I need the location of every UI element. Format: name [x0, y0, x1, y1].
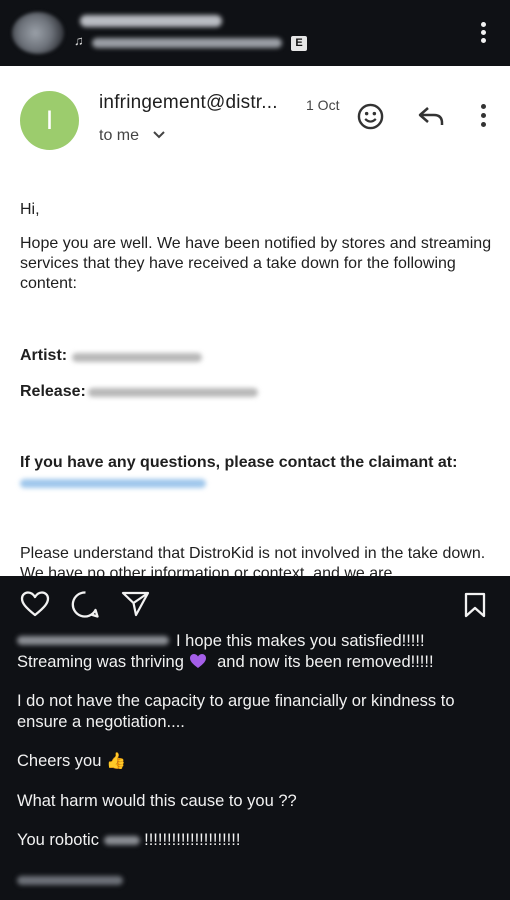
- caption-paragraph-3: Cheers you 👍: [17, 751, 126, 772]
- tag-redacted[interactable]: [17, 876, 123, 885]
- release-redacted: [88, 388, 258, 397]
- caption-line-2-start: Streaming was thriving: [17, 653, 184, 671]
- username-redacted[interactable]: [17, 636, 169, 645]
- more-vertical-icon: [476, 102, 490, 130]
- release-label: Release:: [20, 383, 86, 400]
- bookmark-icon[interactable]: [464, 592, 486, 618]
- more-vertical-icon[interactable]: [474, 20, 492, 46]
- profanity-redacted: [103, 836, 140, 845]
- sender-address: infringement@distr...: [99, 92, 278, 113]
- artist-label: Artist:: [20, 347, 68, 364]
- comment-icon[interactable]: [71, 590, 100, 619]
- reply-icon: [418, 107, 444, 125]
- greeting: Hi,: [20, 201, 40, 218]
- post-caption-area: I hope this makes you satisfied!!!!! Str…: [0, 576, 510, 900]
- smiley-icon: [357, 103, 384, 130]
- email-screenshot: I infringement@distr... 1 Oct to me Hi, …: [0, 66, 510, 576]
- caption-robotic: You robotic: [17, 831, 99, 849]
- caption-line-2-end: and now its been removed!!!!!: [217, 653, 434, 671]
- recipient-label: to me: [99, 127, 140, 144]
- share-icon[interactable]: [121, 590, 150, 617]
- purple-heart-icon: [189, 654, 206, 668]
- thumbs-up-icon: 👍: [105, 753, 126, 770]
- questions-line: If you have any questions, please contac…: [20, 454, 458, 471]
- music-note-icon: ♫: [74, 33, 84, 48]
- email-paragraph: Hope you are well. We have been notified…: [20, 235, 492, 292]
- caption-paragraph-4: What harm would this cause to you ??: [17, 792, 297, 810]
- caption-exclamations: !!!!!!!!!!!!!!!!!!!!!: [144, 831, 241, 849]
- heart-icon[interactable]: [20, 590, 50, 618]
- email-date: 1 Oct: [306, 97, 340, 113]
- post-header: ♫ E: [0, 0, 510, 66]
- caption-cheers: Cheers you: [17, 752, 102, 770]
- caption-line-2: Streaming was thriving and now its been …: [17, 652, 434, 673]
- sender-avatar: I: [20, 91, 79, 150]
- caption-paragraph-2: I do not have the capacity to argue fina…: [17, 692, 455, 731]
- caption-paragraph-5: You robotic !!!!!!!!!!!!!!!!!!!!!: [17, 830, 240, 851]
- audio-track-redacted[interactable]: [92, 38, 282, 48]
- chevron-down-icon: [153, 131, 165, 139]
- account-name-redacted[interactable]: [80, 15, 222, 27]
- email-paragraph-last: Please understand that DistroKid is not …: [20, 545, 486, 576]
- explicit-badge: E: [291, 36, 307, 51]
- claimant-email-redacted: [20, 479, 206, 488]
- account-avatar[interactable]: [12, 12, 64, 54]
- artist-redacted: [72, 353, 202, 362]
- caption-line-1: I hope this makes you satisfied!!!!!: [176, 632, 425, 650]
